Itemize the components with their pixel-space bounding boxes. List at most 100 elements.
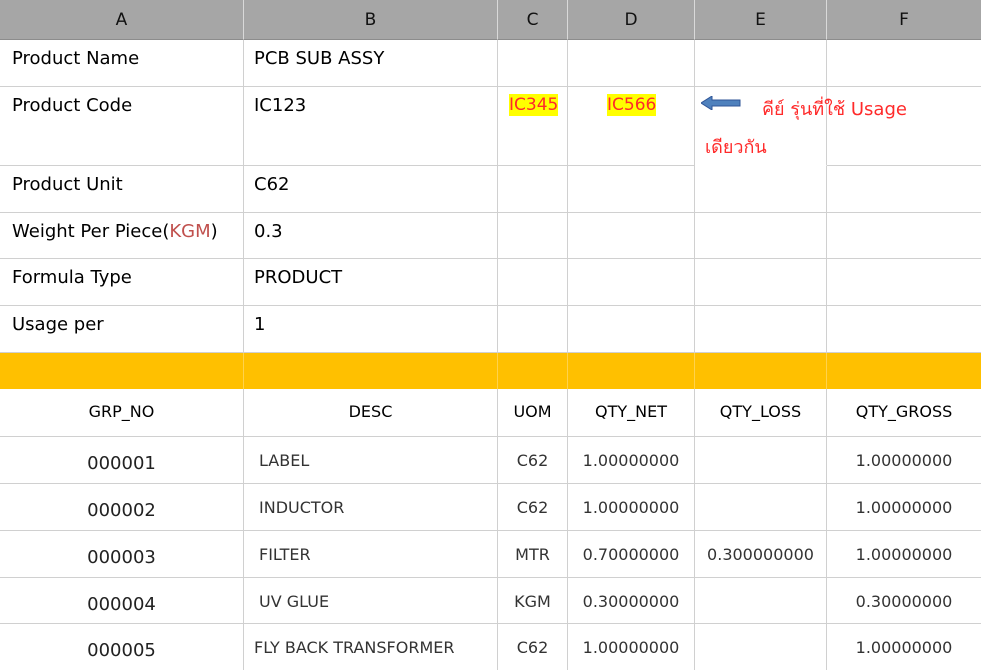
column-header-c[interactable]: C xyxy=(498,0,568,40)
header-grp-no[interactable]: GRP_NO xyxy=(0,389,244,437)
column-header-d[interactable]: D xyxy=(568,0,695,40)
cell-f[interactable] xyxy=(827,306,981,353)
cell-f[interactable] xyxy=(827,259,981,306)
cell-d[interactable] xyxy=(568,259,695,306)
cell-b[interactable]: IC123 xyxy=(244,87,498,166)
cell-text: 1.00000000 xyxy=(582,451,680,470)
cell-b[interactable]: PRODUCT xyxy=(244,259,498,306)
column-header-a[interactable]: A xyxy=(0,0,244,40)
cell-a[interactable]: Weight Per Piece(KGM) xyxy=(0,213,244,259)
column-header-f[interactable]: F xyxy=(827,0,981,40)
cell-d[interactable] xyxy=(568,353,695,389)
cell-d[interactable] xyxy=(568,40,695,87)
cell-e[interactable] xyxy=(695,306,827,353)
cell-grp-no[interactable]: 000001 xyxy=(0,437,244,484)
cell-text: 000004 xyxy=(87,594,156,615)
header-text: QTY_GROSS xyxy=(855,402,953,421)
cell-qty-gross[interactable]: 1.00000000 xyxy=(827,484,981,531)
cell-uom[interactable]: C62 xyxy=(498,437,568,484)
header-text: GRP_NO xyxy=(88,402,155,421)
cell-qty-net[interactable]: 0.30000000 xyxy=(568,578,695,624)
cell-desc[interactable]: FILTER xyxy=(244,531,498,578)
cell-text: 1.00000000 xyxy=(855,451,953,470)
cell-a[interactable]: Product Unit xyxy=(0,166,244,213)
cell-d[interactable] xyxy=(568,306,695,353)
table-row: 000005 FLY BACK TRANSFORMER C62 1.000000… xyxy=(0,624,981,670)
bom-table-header-row: GRP_NO DESC UOM QTY_NET QTY_LOSS QTY_GRO… xyxy=(0,389,981,437)
cell-text: FLY BACK TRANSFORMER xyxy=(254,638,455,657)
cell-f[interactable] xyxy=(827,353,981,389)
cell-c[interactable] xyxy=(498,40,568,87)
info-value: PCB SUB ASSY xyxy=(254,48,385,69)
cell-c[interactable] xyxy=(498,166,568,213)
cell-desc[interactable]: UV GLUE xyxy=(244,578,498,624)
header-qty-net[interactable]: QTY_NET xyxy=(568,389,695,437)
cell-qty-loss[interactable] xyxy=(695,624,827,670)
cell-b[interactable]: 0.3 xyxy=(244,213,498,259)
cell-uom[interactable]: C62 xyxy=(498,484,568,531)
info-label: Formula Type xyxy=(12,267,132,288)
unit-kgm: KGM xyxy=(169,221,211,242)
cell-f[interactable] xyxy=(827,166,981,213)
cell-b[interactable]: C62 xyxy=(244,166,498,213)
cell-grp-no[interactable]: 000004 xyxy=(0,578,244,624)
cell-e[interactable] xyxy=(695,259,827,306)
cell-d[interactable]: IC566 xyxy=(568,87,695,166)
column-header-b[interactable]: B xyxy=(244,0,498,40)
cell-b[interactable]: 1 xyxy=(244,306,498,353)
cell-text: KGM xyxy=(514,592,551,611)
cell-e[interactable] xyxy=(695,213,827,259)
cell-grp-no[interactable]: 000005 xyxy=(0,624,244,670)
cell-desc[interactable]: FLY BACK TRANSFORMER xyxy=(244,624,498,670)
usage-note-line-2: เดียวกัน xyxy=(705,137,767,158)
cell-c[interactable] xyxy=(498,353,568,389)
column-header-e[interactable]: E xyxy=(695,0,827,40)
header-uom[interactable]: UOM xyxy=(498,389,568,437)
header-qty-loss[interactable]: QTY_LOSS xyxy=(695,389,827,437)
cell-qty-net[interactable]: 0.70000000 xyxy=(568,531,695,578)
cell-a[interactable]: Product Name xyxy=(0,40,244,87)
cell-uom[interactable]: MTR xyxy=(498,531,568,578)
cell-b[interactable]: PCB SUB ASSY xyxy=(244,40,498,87)
cell-f[interactable] xyxy=(827,40,981,87)
cell-e[interactable] xyxy=(695,166,827,213)
cell-text: FILTER xyxy=(259,545,311,564)
cell-e[interactable] xyxy=(695,353,827,389)
header-desc[interactable]: DESC xyxy=(244,389,498,437)
header-text: QTY_NET xyxy=(595,402,667,421)
cell-c[interactable] xyxy=(498,306,568,353)
cell-qty-gross[interactable]: 0.30000000 xyxy=(827,578,981,624)
cell-qty-gross[interactable]: 1.00000000 xyxy=(827,624,981,670)
cell-c[interactable] xyxy=(498,259,568,306)
cell-qty-loss[interactable] xyxy=(695,437,827,484)
cell-c[interactable]: IC345 xyxy=(498,87,568,166)
cell-qty-gross[interactable]: 1.00000000 xyxy=(827,437,981,484)
cell-d[interactable] xyxy=(568,166,695,213)
cell-uom[interactable]: KGM xyxy=(498,578,568,624)
cell-desc[interactable]: INDUCTOR xyxy=(244,484,498,531)
cell-a[interactable]: Product Code xyxy=(0,87,244,166)
cell-qty-net[interactable]: 1.00000000 xyxy=(568,624,695,670)
cell-e[interactable] xyxy=(695,40,827,87)
cell-text: MTR xyxy=(515,545,550,564)
cell-a[interactable]: Formula Type xyxy=(0,259,244,306)
cell-f[interactable] xyxy=(827,213,981,259)
cell-qty-loss[interactable] xyxy=(695,578,827,624)
cell-qty-loss[interactable] xyxy=(695,484,827,531)
cell-desc[interactable]: LABEL xyxy=(244,437,498,484)
cell-qty-net[interactable]: 1.00000000 xyxy=(568,484,695,531)
cell-b[interactable] xyxy=(244,353,498,389)
cell-a[interactable] xyxy=(0,353,244,389)
cell-qty-net[interactable]: 1.00000000 xyxy=(568,437,695,484)
cell-d[interactable] xyxy=(568,213,695,259)
cell-c[interactable] xyxy=(498,213,568,259)
cell-text: INDUCTOR xyxy=(259,498,345,517)
cell-a[interactable]: Usage per xyxy=(0,306,244,353)
cell-qty-gross[interactable]: 1.00000000 xyxy=(827,531,981,578)
cell-grp-no[interactable]: 000002 xyxy=(0,484,244,531)
cell-text: 000001 xyxy=(87,453,156,474)
header-qty-gross[interactable]: QTY_GROSS xyxy=(827,389,981,437)
cell-qty-loss[interactable]: 0.300000000 xyxy=(695,531,827,578)
cell-grp-no[interactable]: 000003 xyxy=(0,531,244,578)
cell-uom[interactable]: C62 xyxy=(498,624,568,670)
